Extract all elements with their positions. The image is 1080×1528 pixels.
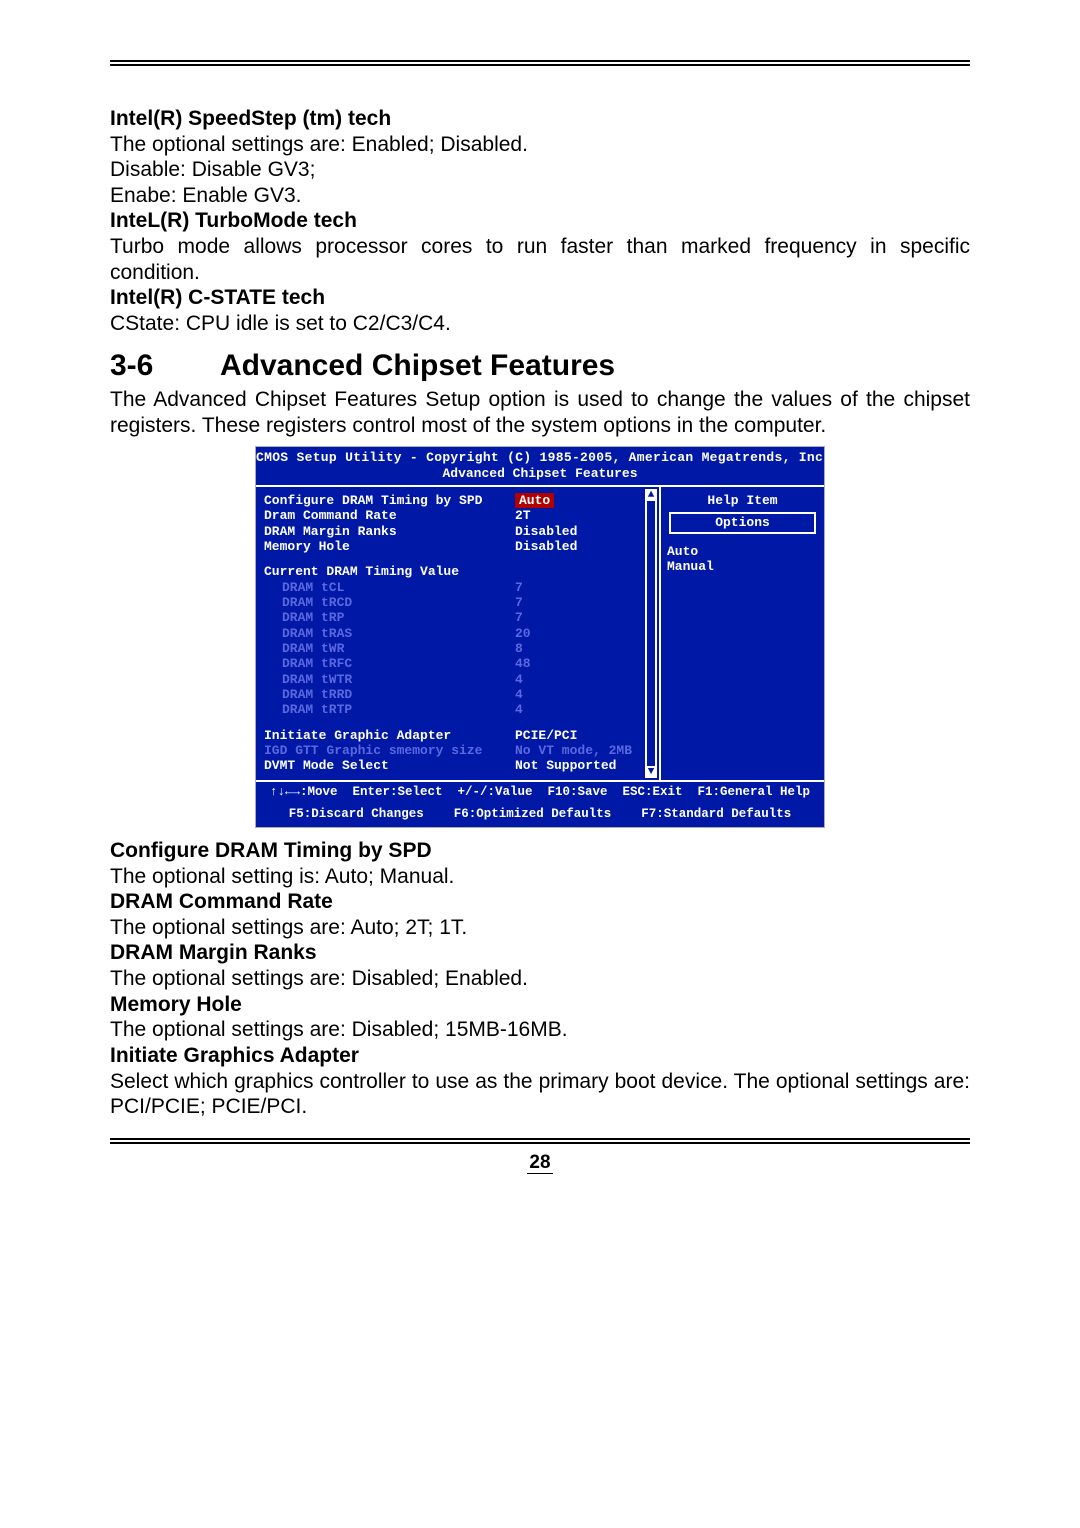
bios-footer-line2: F5:Discard Changes F6:Optimized Defaults… (256, 804, 824, 827)
heading-initiate-graphics: Initiate Graphics Adapter (110, 1043, 970, 1069)
bios-row-trtp: DRAM tRTP4 (264, 702, 655, 717)
bios-title-line2: Advanced Chipset Features (256, 466, 824, 485)
text-turbomode: Turbo mode allows processor cores to run… (110, 234, 970, 285)
bios-value-selected: Auto (515, 493, 554, 508)
bios-row-tras: DRAM tRAS20 (264, 626, 655, 641)
bios-row-config-dram[interactable]: Configure DRAM Timing by SPD Auto (264, 493, 655, 508)
bios-help-pane: Help Item Options Auto Manual (659, 487, 824, 780)
bios-row-twr: DRAM tWR8 (264, 641, 655, 656)
text-initiate-graphics: Select which graphics controller to use … (110, 1069, 970, 1120)
scroll-up-arrow-icon[interactable]: ▲ (645, 489, 657, 501)
bios-screenshot: CMOS Setup Utility - Copyright (C) 1985-… (255, 446, 825, 828)
bios-value: 2T (515, 508, 655, 523)
bios-help-option-manual: Manual (667, 559, 818, 574)
heading-cmd-rate: DRAM Command Rate (110, 889, 970, 915)
bios-help-title: Help Item (667, 493, 818, 508)
bios-group-header: Current DRAM Timing Value (264, 564, 655, 579)
bios-main: Configure DRAM Timing by SPD Auto Dram C… (256, 485, 824, 782)
heading-turbomode: InteL(R) TurboMode tech (110, 208, 970, 234)
bios-title-line1: CMOS Setup Utility - Copyright (C) 1985-… (256, 447, 824, 465)
bios-label: Dram Command Rate (264, 508, 515, 523)
section-intro: The Advanced Chipset Features Setup opti… (110, 387, 970, 438)
bios-row-trfc: DRAM tRFC48 (264, 656, 655, 671)
bios-options-box: Options (669, 512, 816, 533)
page-number: 28 (0, 1152, 1080, 1174)
bios-footer-line1: ↑↓←→:Move Enter:Select +/-/:Value F10:Sa… (256, 782, 824, 805)
heading-cfg-dram: Configure DRAM Timing by SPD (110, 838, 970, 864)
bios-row-cmd-rate[interactable]: Dram Command Rate 2T (264, 508, 655, 523)
text-speedstep-1: The optional settings are: Enabled; Disa… (110, 132, 970, 158)
bios-row-initiate-graphic[interactable]: Initiate Graphic AdapterPCIE/PCI (264, 728, 655, 743)
scroll-track[interactable] (645, 501, 657, 766)
text-cfg-dram: The optional setting is: Auto; Manual. (110, 864, 970, 890)
bios-row-margin-ranks[interactable]: DRAM Margin Ranks Disabled (264, 524, 655, 539)
text-cstate: CState: CPU idle is set to C2/C3/C4. (110, 311, 970, 337)
bios-label: Memory Hole (264, 539, 515, 554)
text-speedstep-3: Enabe: Enable GV3. (110, 183, 970, 209)
bios-row-trrd: DRAM tRRD4 (264, 687, 655, 702)
scroll-down-arrow-icon[interactable]: ▼ (645, 766, 657, 778)
bios-label: DRAM Margin Ranks (264, 524, 515, 539)
heading-speedstep: Intel(R) SpeedStep (tm) tech (110, 106, 970, 132)
heading-margin-ranks: DRAM Margin Ranks (110, 940, 970, 966)
bios-row-trp: DRAM tRP7 (264, 610, 655, 625)
text-memory-hole: The optional settings are: Disabled; 15M… (110, 1017, 970, 1043)
bios-row-memory-hole[interactable]: Memory Hole Disabled (264, 539, 655, 554)
bios-value: Disabled (515, 539, 655, 554)
content-body: Intel(R) SpeedStep (tm) tech The optiona… (110, 106, 970, 1120)
section-title: Advanced Chipset Features (220, 349, 615, 382)
bios-row-twtr: DRAM tWTR4 (264, 672, 655, 687)
section-number: 3-6 (110, 348, 220, 385)
bios-row-dvmt[interactable]: DVMT Mode SelectNot Supported (264, 758, 655, 773)
bios-row-trcd: DRAM tRCD7 (264, 595, 655, 610)
text-speedstep-2: Disable: Disable GV3; (110, 157, 970, 183)
page-frame: Intel(R) SpeedStep (tm) tech The optiona… (110, 60, 970, 1144)
heading-memory-hole: Memory Hole (110, 992, 970, 1018)
text-margin-ranks: The optional settings are: Disabled; Ena… (110, 966, 970, 992)
bios-label: Configure DRAM Timing by SPD (264, 493, 515, 508)
bios-help-option-auto: Auto (667, 544, 818, 559)
bios-row-igd-gtt: IGD GTT Graphic smemory sizeNo VT mode, … (264, 743, 655, 758)
heading-cstate: Intel(R) C-STATE tech (110, 285, 970, 311)
bios-left-pane: Configure DRAM Timing by SPD Auto Dram C… (256, 487, 659, 780)
bios-row-tcl: DRAM tCL7 (264, 580, 655, 595)
bios-scrollbar[interactable]: ▲ ▼ (645, 489, 657, 778)
text-cmd-rate: The optional settings are: Auto; 2T; 1T. (110, 915, 970, 941)
section-heading: 3-6Advanced Chipset Features (110, 348, 970, 385)
bios-value: Disabled (515, 524, 655, 539)
